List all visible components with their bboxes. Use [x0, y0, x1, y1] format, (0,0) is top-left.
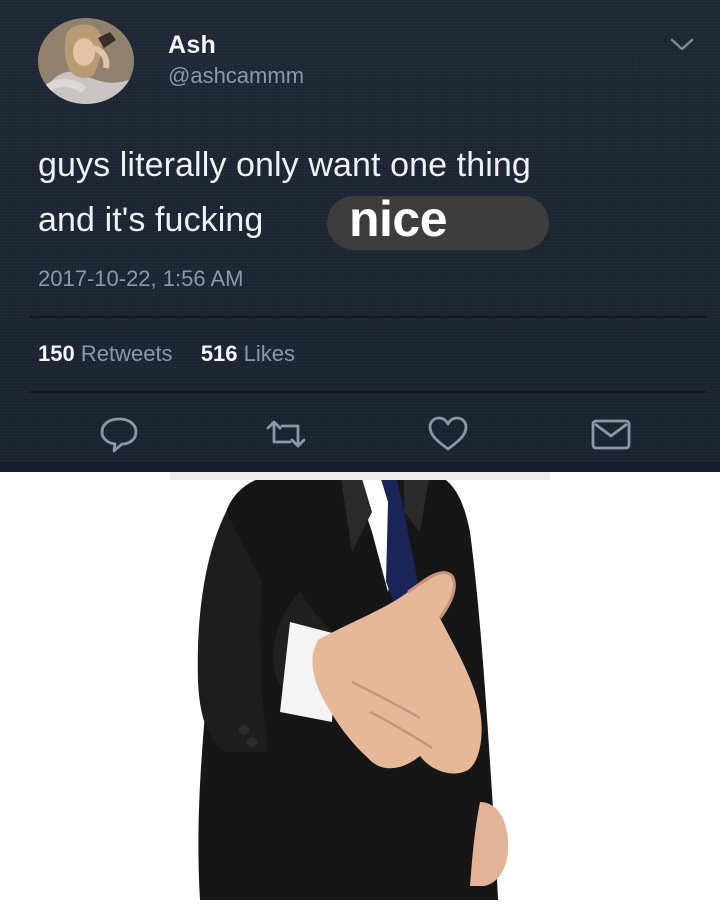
profile-photo [38, 18, 134, 104]
likes-label[interactable]: Likes [244, 341, 295, 366]
divider [30, 316, 706, 318]
tweet-card: Ash @ashcammm guys literally only want o… [0, 0, 720, 472]
chevron-down-icon[interactable] [668, 34, 696, 54]
meme-photo [0, 472, 720, 900]
retweet-icon[interactable] [262, 414, 310, 454]
handshake-man-image [0, 472, 720, 900]
heart-icon[interactable] [425, 414, 471, 454]
retweets-count[interactable]: 150 [38, 341, 75, 366]
likes-count[interactable]: 516 [201, 341, 238, 366]
tweet-text-line-1: guys literally only want one thing [38, 146, 531, 184]
envelope-icon[interactable] [587, 414, 635, 454]
user-handle[interactable]: @ashcammm [168, 63, 304, 89]
display-name[interactable]: Ash [168, 31, 216, 60]
tweet-bottom-edge [0, 462, 720, 472]
reply-icon[interactable] [96, 414, 142, 454]
tweet-stats: 150 Retweets 516 Likes [38, 341, 295, 367]
retweets-label[interactable]: Retweets [81, 341, 173, 366]
photo-top-edge [170, 472, 550, 480]
divider [30, 391, 706, 393]
highlight-word: nice [349, 191, 448, 247]
avatar[interactable] [38, 18, 134, 104]
tweet-timestamp: 2017-10-22, 1:56 AM [38, 266, 244, 291]
